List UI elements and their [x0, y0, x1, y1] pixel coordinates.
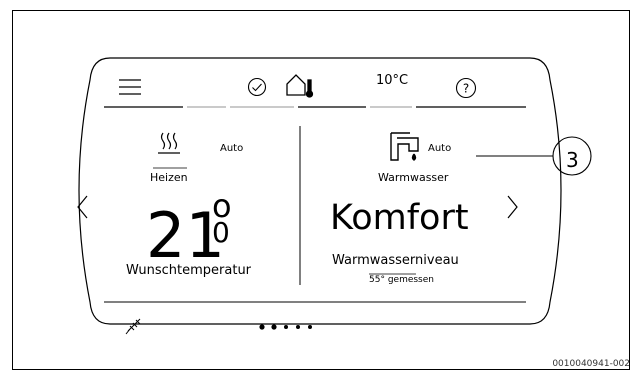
menu-icon[interactable]	[119, 79, 141, 95]
thermostat-display: ?	[77, 57, 592, 335]
hotwater-mode-label: Auto	[428, 143, 452, 154]
hotwater-level-label: Warmwasserniveau	[332, 253, 459, 268]
screed-drying-icon[interactable]	[125, 318, 141, 335]
heating-label[interactable]: Heizen	[150, 172, 188, 183]
heating-radiator-icon	[158, 132, 180, 154]
house-thermometer-icon	[286, 74, 314, 98]
check-circle-icon[interactable]	[247, 77, 267, 97]
chevron-right-icon[interactable]	[507, 195, 518, 219]
figure-id: 0010040941-002	[552, 359, 630, 369]
page-dot[interactable]	[271, 324, 277, 330]
outside-temperature: 10°C	[376, 73, 409, 88]
hotwater-label[interactable]: Warmwasser	[378, 172, 448, 183]
callout-number: 3	[566, 148, 579, 172]
page-dot[interactable]	[284, 325, 288, 329]
hotwater-mode-value[interactable]: Komfort	[330, 201, 469, 236]
page-indicator[interactable]	[259, 324, 312, 330]
page-dot[interactable]	[259, 324, 265, 330]
setpoint-decimal: 0	[212, 216, 230, 249]
help-icon[interactable]: ?	[455, 77, 477, 99]
page-dot[interactable]	[296, 325, 300, 329]
setpoint-label: Wunschtemperatur	[126, 263, 252, 278]
display-bezel	[78, 57, 562, 325]
heating-mode-label: Auto	[220, 143, 244, 154]
svg-text:?: ?	[463, 82, 469, 96]
hotwater-measured: 55° gemessen	[369, 275, 434, 285]
page-dot[interactable]	[308, 325, 312, 329]
tap-icon	[390, 132, 419, 161]
